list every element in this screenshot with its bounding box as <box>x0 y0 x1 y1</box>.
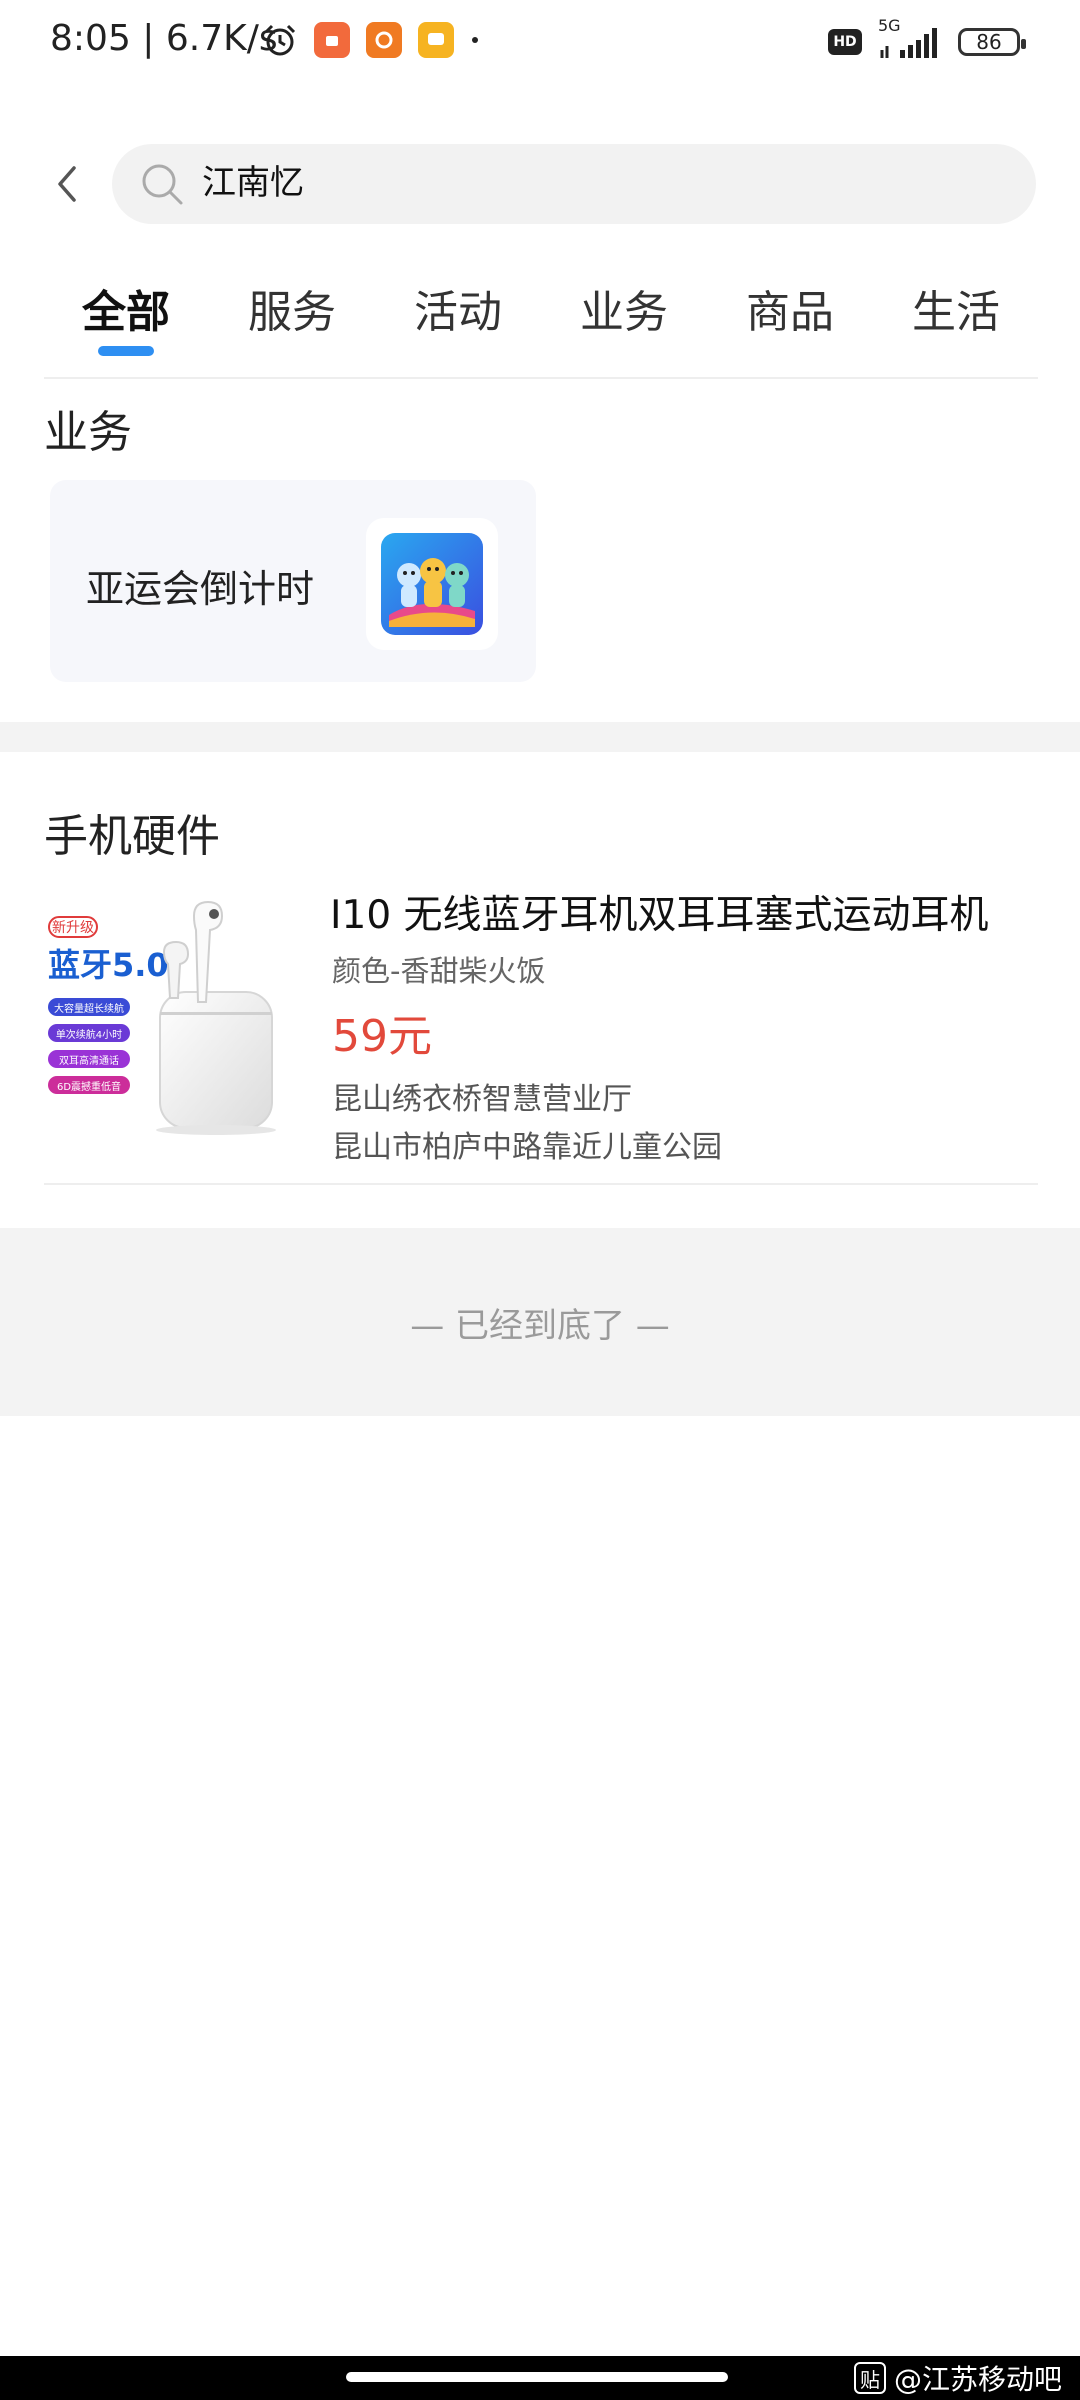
tab-life[interactable]: 生活 <box>876 270 1036 366</box>
product-badge: 新升级 <box>48 916 98 938</box>
earbuds-case-icon <box>156 900 276 1135</box>
product-price: 59元 <box>332 1011 432 1062</box>
product-spec: 颜色-香甜柴火饭 <box>332 954 546 988</box>
watermark: 贴 @江苏移动吧 <box>853 2356 1062 2400</box>
section-title-hardware: 手机硬件 <box>44 811 220 862</box>
home-indicator[interactable] <box>346 2372 728 2382</box>
search-query: 江南忆 <box>202 163 304 203</box>
asian-games-mascot-icon <box>381 533 483 635</box>
active-tab-indicator <box>98 346 154 356</box>
shopping-app-icon <box>314 22 350 58</box>
product-feature-tag: 单次续航4小时 <box>48 1024 130 1042</box>
end-of-list: — 已经到底了 — <box>0 1228 1080 1416</box>
product-title[interactable]: I10 无线蓝牙耳机双耳耳塞式运动耳机 <box>330 884 1010 940</box>
tab-products[interactable]: 商品 <box>710 270 870 366</box>
product-image[interactable]: 新升级 蓝牙5.0 大容量超长续航 单次续航4小时 双耳高清通话 6D震撼重低音 <box>44 892 290 1138</box>
status-system-icons: HD 5G 86 <box>828 16 1026 60</box>
battery-icon: 86 <box>958 28 1026 56</box>
battery-level: 86 <box>976 30 1002 54</box>
category-tabs: 全部 服务 活动 业务 商品 生活 <box>46 270 1036 366</box>
message-app-icon <box>418 22 454 58</box>
end-of-list-text: — 已经到底了 — <box>410 1305 670 1346</box>
business-card-asian-games[interactable]: 亚运会倒计时 <box>50 480 536 682</box>
tab-business[interactable]: 业务 <box>544 270 704 366</box>
hd-badge: HD <box>828 29 862 55</box>
back-button[interactable] <box>46 160 86 208</box>
tab-label: 服务 <box>248 287 336 338</box>
alarm-clock-icon <box>264 24 296 56</box>
tab-label: 生活 <box>912 287 1000 338</box>
tab-activities[interactable]: 活动 <box>378 270 538 366</box>
product-divider <box>44 1183 1038 1185</box>
section-title-business: 业务 <box>44 407 132 458</box>
tab-all[interactable]: 全部 <box>46 270 206 366</box>
signal-icon: 5G <box>878 16 942 60</box>
status-time: 8:05 | 6.7K/s <box>50 18 278 59</box>
product-store-name: 昆山绣衣桥智慧营业厅 <box>332 1082 632 1117</box>
more-dot-icon <box>472 37 478 43</box>
watermark-text: @江苏移动吧 <box>893 2363 1062 2396</box>
product-store-address: 昆山市柏庐中路靠近儿童公园 <box>332 1130 722 1165</box>
tieba-icon: 贴 <box>853 2362 886 2394</box>
product-feature-tag: 6D震撼重低音 <box>48 1076 130 1094</box>
chevron-left-icon <box>58 166 76 202</box>
search-icon <box>142 164 183 205</box>
tab-label: 业务 <box>580 287 668 338</box>
tab-label: 商品 <box>746 287 834 338</box>
tab-services[interactable]: 服务 <box>212 270 372 366</box>
tab-label: 全部 <box>82 287 170 338</box>
search-input[interactable]: 江南忆 <box>112 144 1036 224</box>
business-card-thumbnail <box>366 518 498 650</box>
product-feature-tag: 大容量超长续航 <box>48 998 130 1016</box>
business-card-label: 亚运会倒计时 <box>86 567 315 611</box>
mall-app-icon <box>366 22 402 58</box>
status-notification-icons <box>262 22 480 58</box>
tab-label: 活动 <box>414 287 502 338</box>
product-feature-tag: 双耳高清通话 <box>48 1050 130 1068</box>
tabs-divider <box>44 377 1038 379</box>
section-separator <box>0 722 1080 752</box>
